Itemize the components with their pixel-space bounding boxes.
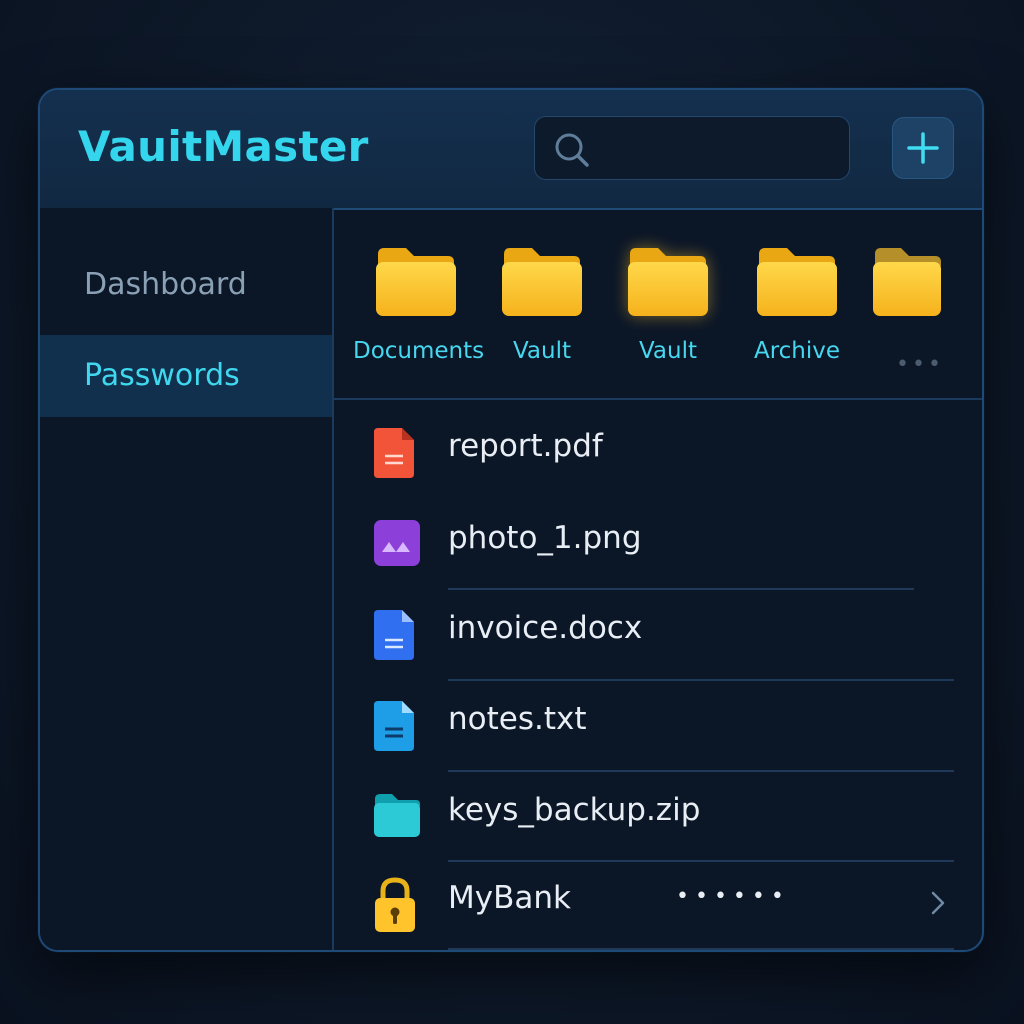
image-file-icon	[374, 520, 420, 566]
folder-icon	[628, 248, 708, 316]
plus-icon	[907, 132, 939, 164]
folder-item-archive[interactable]: Archive	[734, 244, 860, 384]
add-button[interactable]	[892, 117, 954, 179]
doc-file-icon	[374, 610, 414, 660]
folder-item-documents[interactable]: Documents	[353, 244, 485, 384]
sidebar: Dashboard Passwords	[40, 208, 334, 950]
password-row-mybank[interactable]: MyBank ••••••	[334, 856, 982, 946]
folder-icon	[376, 248, 456, 316]
entry-name: MyBank	[448, 880, 571, 916]
row-divider	[448, 948, 954, 950]
more-dots-icon[interactable]: •••	[896, 352, 944, 377]
file-row-invoice[interactable]: invoice.docx	[334, 586, 982, 676]
file-name: invoice.docx	[448, 610, 643, 646]
folder-label: Vault	[638, 338, 698, 364]
lock-icon	[375, 877, 415, 932]
file-row-keys-backup[interactable]: keys_backup.zip	[334, 768, 982, 858]
folder-icon	[502, 248, 582, 316]
folder-item-vault[interactable]: Vault	[479, 244, 605, 384]
search-input[interactable]	[601, 117, 841, 179]
zip-folder-icon	[374, 794, 420, 837]
search-box[interactable]	[534, 116, 850, 180]
sidebar-item-dashboard[interactable]: Dashboard	[40, 244, 332, 326]
search-icon	[555, 133, 589, 167]
text-file-icon	[374, 701, 414, 751]
file-row-photo[interactable]: photo_1.png	[334, 496, 982, 586]
sidebar-item-passwords[interactable]: Passwords	[40, 335, 332, 417]
file-name: report.pdf	[448, 428, 603, 464]
chevron-right-icon[interactable]	[930, 890, 946, 916]
file-name: notes.txt	[448, 701, 587, 737]
file-name: keys_backup.zip	[448, 792, 701, 828]
file-row-notes[interactable]: notes.txt	[334, 677, 982, 767]
file-name: photo_1.png	[448, 520, 642, 556]
folder-label: Documents	[353, 338, 485, 364]
folder-label: Archive	[753, 338, 841, 364]
file-row-report[interactable]: report.pdf	[334, 404, 982, 494]
folder-icon	[757, 248, 837, 316]
masked-password: ••••••	[676, 884, 790, 909]
pdf-file-icon	[374, 428, 414, 478]
folder-strip: Documents Vault Vault Archive •••	[334, 208, 982, 400]
folder-item-vault-2[interactable]: Vault	[605, 244, 731, 384]
header-bar: VauitMaster	[40, 90, 982, 210]
app-title: VauitMaster	[78, 122, 369, 171]
folder-icon	[873, 248, 941, 316]
main-content: Documents Vault Vault Archive ••• report…	[334, 208, 982, 950]
app-window: VauitMaster Dashboard Passwords Document…	[38, 88, 984, 952]
folder-label: Vault	[512, 338, 572, 364]
